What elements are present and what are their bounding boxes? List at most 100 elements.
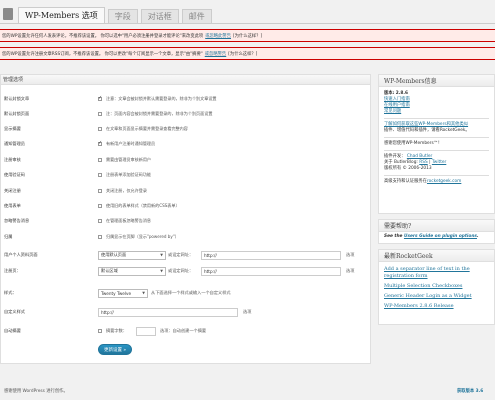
option-checkbox[interactable] (98, 127, 102, 131)
option-description: 在文章和页面显示摘要并需登录查看完整内容 (106, 126, 188, 131)
row-custom-css: 自定义样式 http:// 选项 (0, 307, 371, 317)
option-row: 通知管理员 有新用户注册时通知管理员 (0, 139, 371, 149)
option-description: 在管理面板忽略警告消息 (106, 218, 152, 223)
option-description: 有新用户注册时通知管理员 (106, 141, 156, 146)
option-checkbox[interactable] (98, 158, 102, 162)
notice-dismiss-link[interactable]: 或忽略此警告 (205, 33, 231, 39)
option-label: 关闭注册 (4, 188, 21, 193)
tab-bar: WP-Members 选项 字段 对话框 邮件 (18, 7, 212, 23)
option-description: 需要由管理员审核新用户 (106, 157, 152, 162)
option-row: 默认封锁文章 注意：文章会被封锁并默认需要登录的，除非为个别文章设置 (0, 94, 371, 104)
faq-link[interactable]: 常见问题 (384, 109, 489, 115)
notice-why-link[interactable]: [为什么这样？] (228, 51, 257, 57)
register-go-link[interactable]: 选项 (346, 268, 354, 274)
footer-version-link[interactable]: 获取版本 3.6 (457, 388, 483, 394)
notice-text: 您的WP设置允许注册文章RSS订阅，不推荐该设置。 你可以更改"每个订阅显示一个… (2, 51, 203, 57)
tab-options[interactable]: WP-Members 选项 (18, 7, 105, 23)
option-checkbox[interactable] (98, 189, 102, 193)
profile-page-select[interactable]: 使用默认页面 ▼ (98, 250, 166, 260)
option-label: 使用表单 (4, 203, 21, 208)
notice-why-link[interactable]: [为什么这样？] (233, 33, 262, 39)
option-row: 显示摘要 在文章和页面显示摘要并需登录查看完整内容 (0, 124, 371, 134)
panel-title: 管理选项 (1, 75, 370, 85)
option-row: 忽略警告消息 在管理面板忽略警告消息 (0, 216, 371, 226)
option-row: 默认封锁页面 注：页面内容会被封锁并需要登录的，除非为个别页面设置 (0, 109, 371, 119)
style-note: 从下面选择一个样式或输入一个自定义样式 (151, 290, 231, 295)
notice-rss: 您的WP设置允许注册文章RSS订阅，不推荐该设置。 你可以更改"每个订阅显示一个… (0, 47, 495, 60)
row-register-page: 注册页： 默认区域 ▼ 或设定网址： http:// 选项 (0, 266, 371, 276)
register-page-label: 注册页： (4, 268, 21, 273)
custom-css-go-link[interactable]: 选项 (243, 309, 251, 315)
footer-credit: 感谢使用 WordPress 进行创作。 (4, 389, 68, 394)
auto-excerpt-text: 摘要字数： (106, 328, 127, 333)
register-url-hint: 或设定网址： (168, 268, 194, 273)
option-checkbox[interactable] (98, 173, 102, 177)
rss-link[interactable]: RSS (419, 160, 427, 165)
option-label: 归属 (4, 234, 13, 239)
option-label: 显示摘要 (4, 126, 21, 131)
auto-excerpt-checkbox[interactable] (98, 329, 102, 333)
twitter-link[interactable]: Twitter (432, 160, 446, 165)
option-checkbox[interactable] (98, 95, 102, 101)
author-link[interactable]: Chad Butler (407, 154, 432, 159)
option-description: 注：页面内容会被封锁并需要登录的，除非为个别页面设置 (106, 111, 213, 116)
profile-url-hint: 或设定网址： (168, 252, 194, 257)
tab-fields[interactable]: 字段 (107, 9, 138, 23)
option-label: 默认封锁文章 (4, 96, 30, 101)
option-description: 注意：文章会被封锁并默认需要登录的，除非为个别文章设置 (106, 96, 217, 101)
option-description: 归属显示在页脚（显示"powered by"） (106, 234, 179, 239)
option-checkbox[interactable] (98, 112, 102, 116)
option-row: 使用验证码 注册表单添加验证码功能 (0, 170, 371, 180)
option-row: 关闭注册 关闭注册，仅允许登录 (0, 186, 371, 196)
option-description: 使用旧的表单样式（禁用新的CSS表单） (106, 203, 180, 208)
style-label: 样式： (4, 290, 17, 295)
option-checkbox[interactable] (98, 204, 102, 208)
notice-dismiss-link[interactable]: 或忽略警告 (205, 51, 226, 57)
copyright-text: 版权所有 © 2006-2013 (384, 166, 432, 171)
option-label: 注册审核 (4, 157, 21, 162)
rocketgeek-box: 最新RocketGeek Add a separator line of tex… (378, 249, 495, 325)
row-style: 样式： Twenty Twelve ▼ 从下面选择一个样式或输入一个自定义样式 (0, 288, 371, 298)
help-box: 需要帮助? See the Users Guide on plugin opti… (378, 219, 495, 244)
register-page-select[interactable]: 默认区域 ▼ (98, 266, 166, 276)
option-checkbox[interactable] (98, 140, 102, 146)
thanks-text: 感谢您使用WP-Members™! (384, 141, 440, 146)
custom-css-input[interactable]: http:// (98, 307, 238, 317)
info-box: WP-Members信息 版本: 2.8.6 快速入门指南 在线用户指南 常见问… (378, 74, 495, 214)
support-line: 高级支持和认证服务在rocketgeek.com (384, 179, 462, 184)
row-auto-excerpt: 自动摘要 摘要字数： 选项：自动创建一个摘要 (0, 326, 371, 336)
option-checkbox[interactable] (98, 235, 102, 239)
option-checkbox[interactable] (98, 219, 102, 223)
help-box-title: 需要帮助? (379, 220, 494, 232)
option-label: 使用验证码 (4, 172, 25, 177)
style-select[interactable]: Twenty Twelve ▼ (98, 288, 148, 298)
custom-css-label: 自定义样式 (4, 309, 25, 314)
register-url-input[interactable]: http:// (201, 266, 341, 276)
tab-emails[interactable]: 邮件 (181, 9, 212, 23)
option-row: 注册审核 需要由管理员审核新用户 (0, 155, 371, 165)
update-settings-button[interactable]: 更新设置 » (98, 344, 133, 355)
notice-text: 您的WP设置允许任何人发表评论，不推荐该设置。 你可以选中"用户必须注册并登录才… (2, 33, 204, 39)
rg-post-link[interactable]: Multiple Selection Checkboxes (384, 283, 489, 290)
auto-excerpt-note: 选项：自动创建一个摘要 (160, 328, 207, 333)
rg-post-link[interactable]: WP-Members 2.8.6 Release (384, 303, 489, 310)
option-label: 通知管理员 (4, 141, 25, 146)
rocketgeek-box-title: 最新RocketGeek (379, 250, 494, 262)
info-box-title: WP-Members信息 (379, 75, 494, 87)
tab-dialogs[interactable]: 对话框 (140, 9, 179, 23)
option-row: 归属 归属显示在页脚（显示"powered by"） (0, 232, 371, 242)
auto-excerpt-count-input[interactable] (136, 326, 156, 336)
profile-url-input[interactable]: http:// (201, 250, 341, 260)
option-label: 忽略警告消息 (4, 218, 30, 223)
tabs-divider (0, 23, 495, 24)
option-description: 关闭注册，仅允许登录 (106, 188, 147, 193)
auto-excerpt-label: 自动摘要 (4, 328, 21, 333)
rocketgeek-link[interactable]: rocketgeek.com (427, 179, 461, 184)
profile-go-link[interactable]: 选项 (346, 252, 354, 258)
rg-post-link[interactable]: Add a separator line of text in the regi… (384, 266, 489, 280)
users-guide-link[interactable]: Users Guide on plugin options (404, 234, 477, 239)
rg-post-link[interactable]: Generic Header Login as a Widget (384, 293, 489, 300)
row-profile-page: 用户个人资料页面 使用默认页面 ▼ 或设定网址： http:// 选项 (0, 250, 371, 260)
option-row: 使用表单 使用旧的表单样式（禁用新的CSS表单） (0, 201, 371, 211)
notice-comments: 您的WP设置允许任何人发表评论，不推荐该设置。 你可以选中"用户必须注册并登录才… (0, 29, 495, 42)
